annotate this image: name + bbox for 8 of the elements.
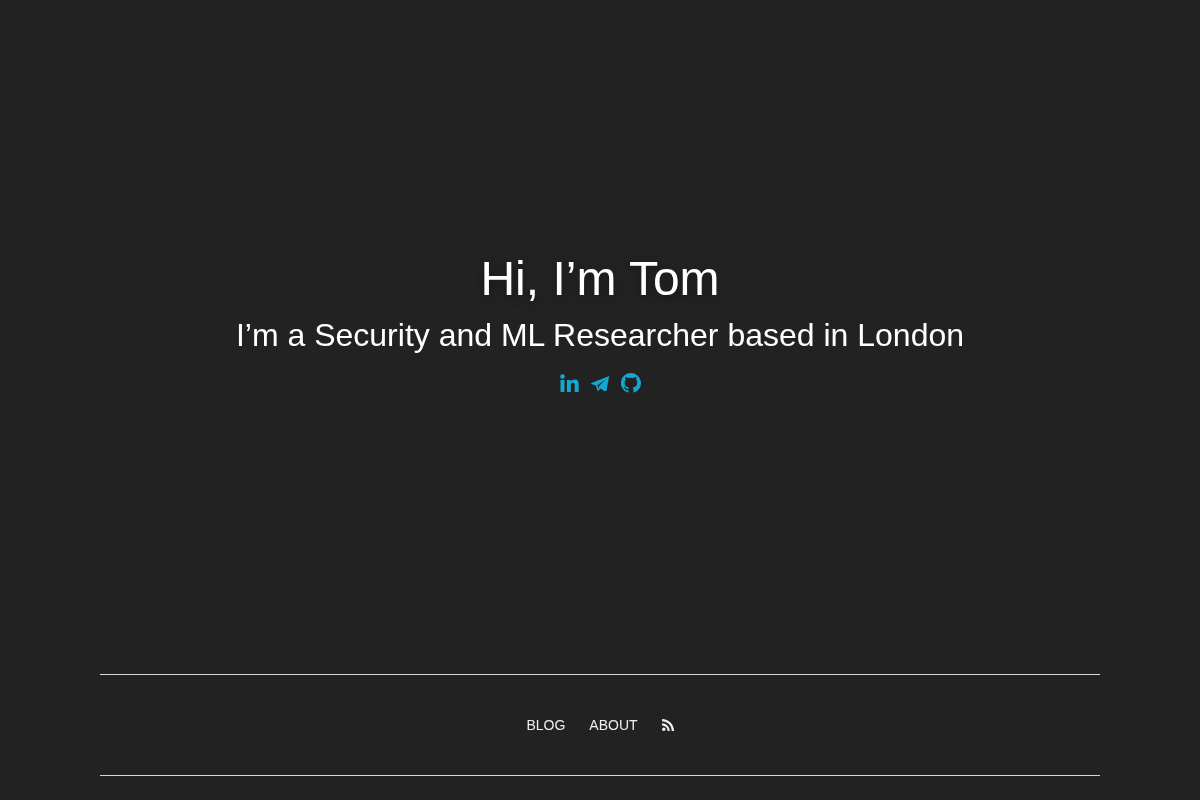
paper-plane-icon[interactable] xyxy=(590,375,609,391)
nav-link[interactable]: ABOUT xyxy=(589,716,638,734)
nav-link[interactable]: BLOG xyxy=(526,716,566,734)
linkedin-icon[interactable] xyxy=(559,374,579,392)
github-icon[interactable] xyxy=(620,373,641,393)
page-heading: Hi, I’m Tom xyxy=(480,251,720,307)
rss-icon[interactable] xyxy=(661,719,674,731)
tagline: I’m a Security and ML Researcher based in London xyxy=(235,316,965,355)
